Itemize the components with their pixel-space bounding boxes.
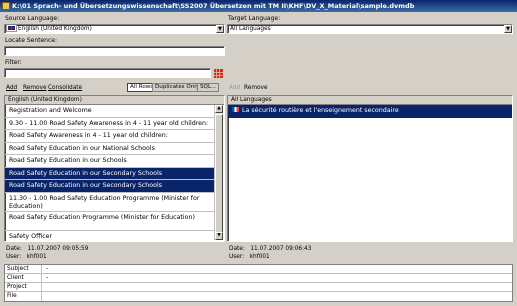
metadata-key: Subject: [5, 265, 42, 273]
remove-button[interactable]: Remove: [23, 84, 47, 92]
metadata-key: File: [5, 292, 42, 301]
consolidate-button[interactable]: Consolidate: [48, 84, 82, 92]
scrollbar-thumb[interactable]: [215, 114, 223, 234]
source-list-header[interactable]: English (United Kingdom): [5, 96, 224, 105]
target-date: Date: 11.07.2007 09:06:43: [229, 246, 312, 252]
list-item[interactable]: Safety Officer: [5, 231, 215, 242]
uk-flag-icon: [6, 25, 17, 32]
metadata-table: Subject - Client - Project File: [4, 264, 513, 302]
grid-icon[interactable]: [214, 69, 223, 78]
vertical-scrollbar[interactable]: ▲ ▼: [214, 105, 223, 240]
list-item[interactable]: 9.30 - 11.00 Road Safety Awareness in 4 …: [5, 118, 215, 130]
french-flag-icon: [232, 107, 239, 112]
target-add-button[interactable]: Add: [229, 84, 240, 92]
list-item-selected[interactable]: Road Safety Education in our Secondary S…: [5, 167, 215, 180]
filter-input[interactable]: [4, 68, 211, 78]
source-language-select[interactable]: English (United Kingdom) ▼: [4, 24, 225, 34]
metadata-key: Project: [5, 283, 42, 291]
list-item[interactable]: 11.30 - 1.00 Road Safety Education Progr…: [5, 193, 215, 212]
list-item-selected[interactable]: Road Safety Education in our Secondary S…: [5, 180, 215, 193]
target-list-header[interactable]: All Languages: [228, 96, 512, 105]
table-row[interactable]: File: [5, 292, 512, 301]
metadata-value[interactable]: [42, 283, 46, 291]
metadata-value[interactable]: -: [42, 265, 48, 273]
sql-button[interactable]: SQL...: [197, 83, 220, 92]
list-item[interactable]: Road Safety Education in our Schools: [5, 155, 215, 168]
list-item[interactable]: Road Safety Education Programme (Ministe…: [5, 212, 215, 231]
duplicates-only-toggle[interactable]: Duplicates Only: [152, 83, 203, 92]
metadata-value[interactable]: [42, 292, 46, 301]
chevron-down-icon[interactable]: ▼: [216, 25, 224, 33]
chevron-down-icon[interactable]: ▼: [504, 25, 512, 33]
list-item[interactable]: Road Safety Awareness in 4 - 11 year old…: [5, 130, 215, 143]
scroll-down-icon[interactable]: ▼: [215, 232, 223, 240]
metadata-value[interactable]: -: [42, 274, 48, 282]
target-language-select[interactable]: All Languages ▼: [227, 24, 513, 34]
source-sentence-list[interactable]: English (United Kingdom) Registration an…: [4, 95, 225, 242]
source-user: User: khf001: [6, 254, 47, 260]
table-row[interactable]: Project: [5, 283, 512, 292]
target-remove-button[interactable]: Remove: [244, 84, 268, 92]
list-item-selected[interactable]: La sécurité routière et l'enseignement s…: [228, 105, 512, 118]
target-sentence-list[interactable]: All Languages La sécurité routière et l'…: [227, 95, 513, 242]
title-bar: K:\01 Sprach- und Übersetzungswissenscha…: [0, 0, 517, 12]
metadata-key: Client: [5, 274, 42, 282]
table-row[interactable]: Client -: [5, 274, 512, 283]
add-button[interactable]: Add: [6, 84, 17, 92]
locate-sentence-label: Locate Sentence:: [5, 37, 57, 44]
target-user: User: khf001: [229, 254, 270, 260]
list-item[interactable]: Registration and Welcome: [5, 105, 215, 118]
window-title: K:\01 Sprach- und Übersetzungswissenscha…: [12, 2, 415, 10]
target-language-label: Target Language:: [228, 15, 281, 22]
target-language-value: All Languages: [230, 26, 271, 32]
locate-sentence-input[interactable]: [4, 46, 225, 56]
list-item[interactable]: Road Safety Education in our National Sc…: [5, 143, 215, 155]
source-date: Date: 11.07.2007 09:05:59: [6, 246, 89, 252]
filter-label: Filter:: [5, 59, 22, 66]
source-language-value: English (United Kingdom): [18, 26, 92, 32]
table-row[interactable]: Subject -: [5, 265, 512, 274]
source-language-label: Source Language:: [5, 15, 60, 22]
folder-icon: [2, 2, 10, 10]
scroll-up-icon[interactable]: ▲: [215, 105, 223, 113]
